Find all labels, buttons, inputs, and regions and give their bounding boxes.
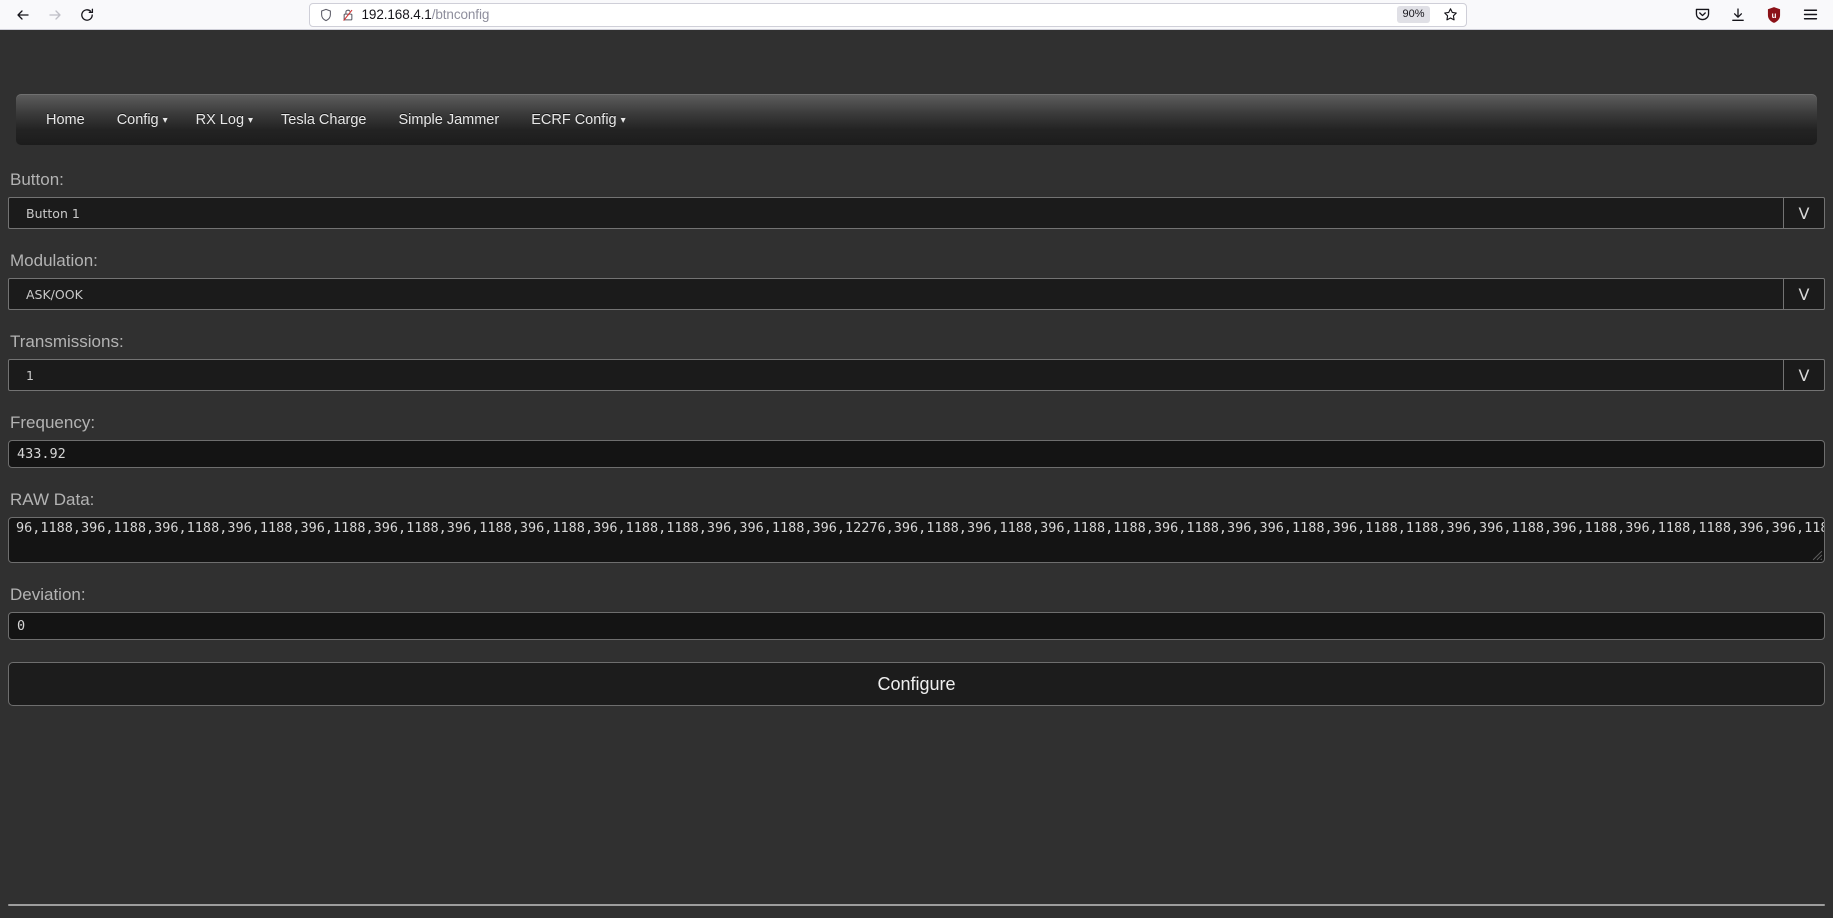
nav-label: ECRF Config: [531, 111, 617, 128]
button-label: Button:: [10, 170, 64, 189]
horizontal-divider: [8, 904, 1825, 906]
url-text: 192.168.4.1/btnconfig: [362, 7, 1392, 22]
nav-item-rx-log[interactable]: RX Log ▾: [182, 106, 267, 134]
transmissions-select[interactable]: 1 V: [8, 359, 1825, 391]
nav-label: Tesla Charge: [281, 111, 367, 128]
frequency-label: Frequency:: [10, 413, 96, 432]
nav-item-simple-jammer[interactable]: Simple Jammer: [384, 106, 517, 134]
button-config-form: Button: Button 1 V Modulation: ASK/OOK V…: [0, 170, 1833, 706]
nav-item-home[interactable]: Home: [32, 106, 103, 134]
broken-lock-icon[interactable]: [340, 7, 356, 23]
site-navigation-bar: Home Config ▾ RX Log ▾ Tesla Charge Simple…: [16, 94, 1817, 145]
nav-item-ecrf-config[interactable]: ECRF Config ▾: [517, 106, 639, 134]
forward-arrow-icon: [49, 9, 61, 20]
back-arrow-icon: [17, 9, 29, 20]
configure-button[interactable]: Configure: [8, 662, 1825, 706]
modulation-select[interactable]: ASK/OOK V: [8, 278, 1825, 310]
toolbar-right-icons: u: [1673, 3, 1825, 27]
downloads-button[interactable]: [1723, 3, 1753, 27]
ublock-origin-button[interactable]: u: [1759, 3, 1789, 27]
zoom-level-badge[interactable]: 90%: [1397, 6, 1430, 23]
raw-data-textarea[interactable]: 96,1188,396,1188,396,1188,396,1188,396,1…: [8, 517, 1825, 563]
reload-button[interactable]: [72, 3, 102, 27]
address-bar[interactable]: 192.168.4.1/btnconfig 90%: [308, 2, 1467, 27]
chevron-down-icon[interactable]: V: [1783, 279, 1824, 309]
chevron-down-icon: ▾: [162, 114, 168, 126]
url-path: /btnconfig: [431, 7, 490, 22]
tracking-protection-shield-icon[interactable]: [318, 7, 334, 23]
back-button[interactable]: [8, 3, 38, 27]
deviation-input[interactable]: [8, 612, 1825, 640]
nav-item-config[interactable]: Config ▾: [103, 106, 182, 134]
chevron-down-icon: ▾: [620, 114, 626, 126]
button-select[interactable]: Button 1 V: [8, 197, 1825, 229]
app-menu-button[interactable]: [1795, 3, 1825, 27]
chevron-down-icon: ▾: [248, 114, 254, 126]
download-arrow-icon: [1732, 7, 1744, 21]
hamburger-menu-icon: [1803, 9, 1817, 20]
url-host: 192.168.4.1: [361, 7, 432, 22]
raw-data-wrapper: 96,1188,396,1188,396,1188,396,1188,396,1…: [8, 517, 1825, 563]
navigation-buttons: [8, 3, 102, 27]
pocket-icon: [1695, 8, 1709, 21]
chevron-down-icon[interactable]: V: [1783, 198, 1824, 228]
urlbar-container: 192.168.4.1/btnconfig 90%: [102, 2, 1673, 27]
star-icon: [1444, 8, 1457, 21]
transmissions-select-value: 1: [26, 367, 34, 383]
pocket-button[interactable]: [1687, 3, 1717, 27]
nav-label: RX Log: [195, 111, 245, 128]
nav-item-tesla-charge[interactable]: Tesla Charge: [267, 106, 384, 134]
reload-icon: [81, 8, 94, 21]
svg-text:u: u: [1772, 10, 1777, 19]
ublock-origin-shield-icon: u: [1765, 6, 1783, 24]
button-select-value: Button 1: [26, 205, 80, 221]
modulation-label: Modulation:: [10, 251, 98, 270]
nav-label: Home: [46, 111, 85, 128]
transmissions-label: Transmissions:: [10, 332, 124, 351]
chevron-down-icon[interactable]: V: [1783, 360, 1824, 390]
frequency-input[interactable]: [8, 440, 1825, 468]
forward-button[interactable]: [40, 3, 70, 27]
page-content: Home Config ▾ RX Log ▾ Tesla Charge Simple…: [0, 30, 1833, 918]
deviation-label: Deviation:: [10, 585, 86, 604]
nav-label: Config: [116, 111, 159, 128]
nav-label: Simple Jammer: [398, 111, 500, 128]
browser-toolbar: 192.168.4.1/btnconfig 90% u: [0, 0, 1833, 30]
raw-data-label: RAW Data:: [10, 490, 95, 509]
bookmark-star-button[interactable]: [1440, 4, 1462, 26]
modulation-select-value: ASK/OOK: [26, 286, 83, 302]
